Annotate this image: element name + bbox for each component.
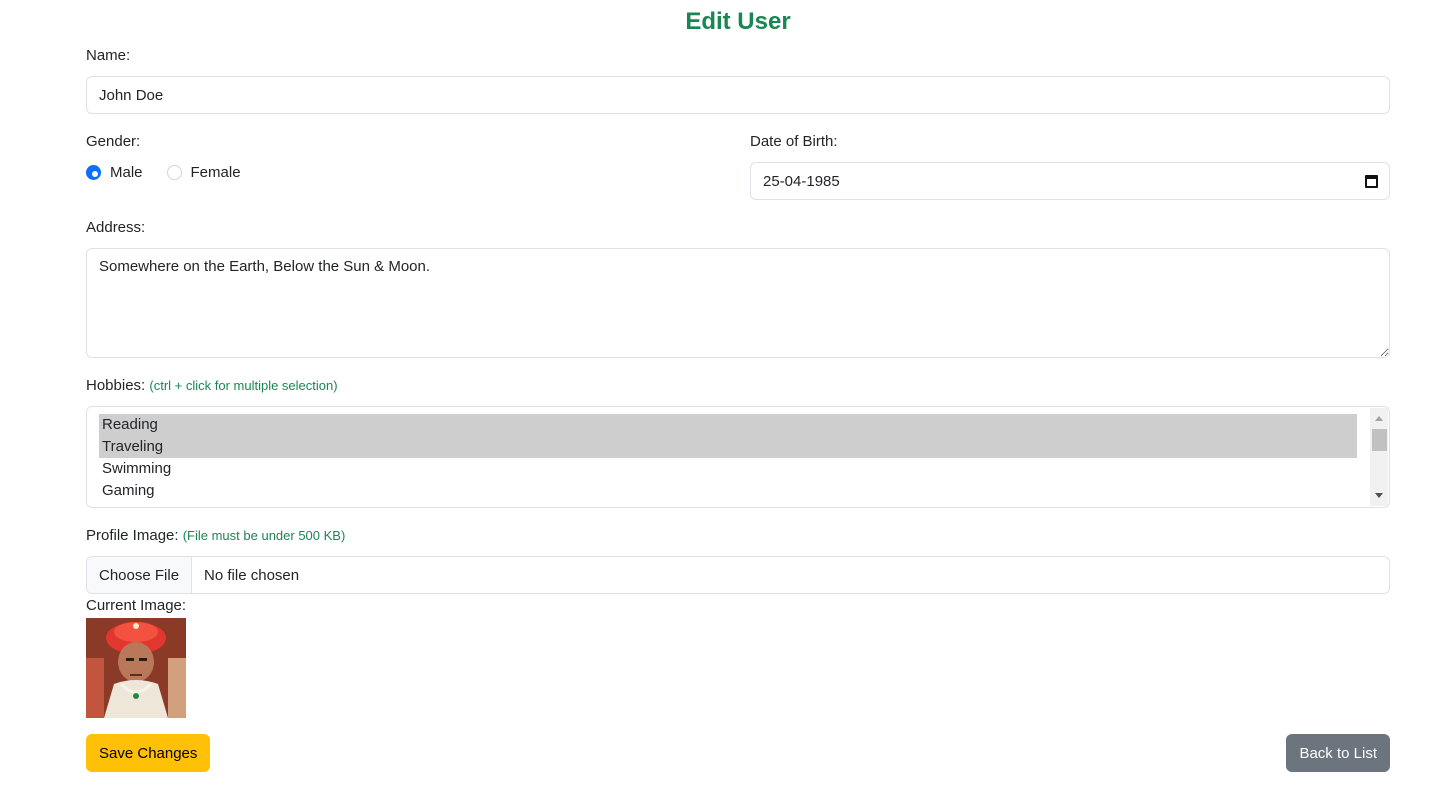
hobby-option-swimming[interactable]: Swimming — [99, 458, 1357, 480]
hobby-option-gaming[interactable]: Gaming — [99, 480, 1357, 502]
save-changes-button[interactable]: Save Changes — [86, 734, 211, 772]
address-label: Address: — [86, 219, 146, 236]
dob-input[interactable]: 25-04-1985 — [750, 162, 1390, 200]
profile-image-label-text: Profile Image: — [86, 527, 179, 544]
gender-male-label[interactable]: Male — [110, 164, 143, 181]
dob-value: 25-04-1985 — [763, 172, 840, 190]
name-input[interactable]: John Doe — [86, 76, 1390, 114]
hobbies-label: Hobbies: (ctrl + click for multiple sele… — [86, 377, 338, 394]
portrait-image — [86, 618, 186, 718]
choose-file-button[interactable]: Choose File — [87, 557, 193, 593]
current-profile-image — [86, 618, 186, 718]
profile-image-hint: (File must be under 500 KB) — [182, 528, 346, 543]
scroll-up-icon[interactable] — [1375, 416, 1383, 421]
name-value: John Doe — [99, 86, 164, 104]
profile-image-file-input[interactable]: Choose File No file chosen — [86, 556, 1390, 594]
scroll-thumb[interactable] — [1372, 429, 1387, 451]
page-title: Edit User — [685, 8, 791, 35]
hobby-option-traveling[interactable]: Traveling — [99, 436, 1357, 458]
profile-image-label: Profile Image: (File must be under 500 K… — [86, 527, 345, 544]
hobbies-hint: (ctrl + click for multiple selection) — [149, 378, 338, 393]
gender-female-label[interactable]: Female — [191, 164, 241, 181]
gender-male-radio[interactable] — [86, 165, 101, 180]
gender-label: Gender: — [86, 133, 141, 150]
gender-female-radio[interactable] — [166, 165, 182, 180]
hobbies-scrollbar[interactable] — [1370, 408, 1388, 506]
name-label: Name: — [86, 47, 131, 64]
hobbies-multiselect[interactable]: Reading Traveling Swimming Gaming — [86, 406, 1390, 508]
file-status: No file chosen — [204, 566, 300, 584]
hobby-option-reading[interactable]: Reading — [99, 414, 1357, 436]
address-textarea[interactable]: Somewhere on the Earth, Below the Sun & … — [86, 248, 1390, 358]
current-image-label: Current Image: — [86, 597, 187, 614]
back-to-list-button[interactable]: Back to List — [1286, 734, 1390, 772]
calendar-icon[interactable] — [1365, 175, 1378, 188]
hobbies-label-text: Hobbies: — [86, 377, 146, 394]
scroll-down-icon[interactable] — [1375, 493, 1383, 498]
dob-label: Date of Birth: — [750, 133, 838, 150]
gender-radio-group: Male Female — [86, 164, 265, 181]
